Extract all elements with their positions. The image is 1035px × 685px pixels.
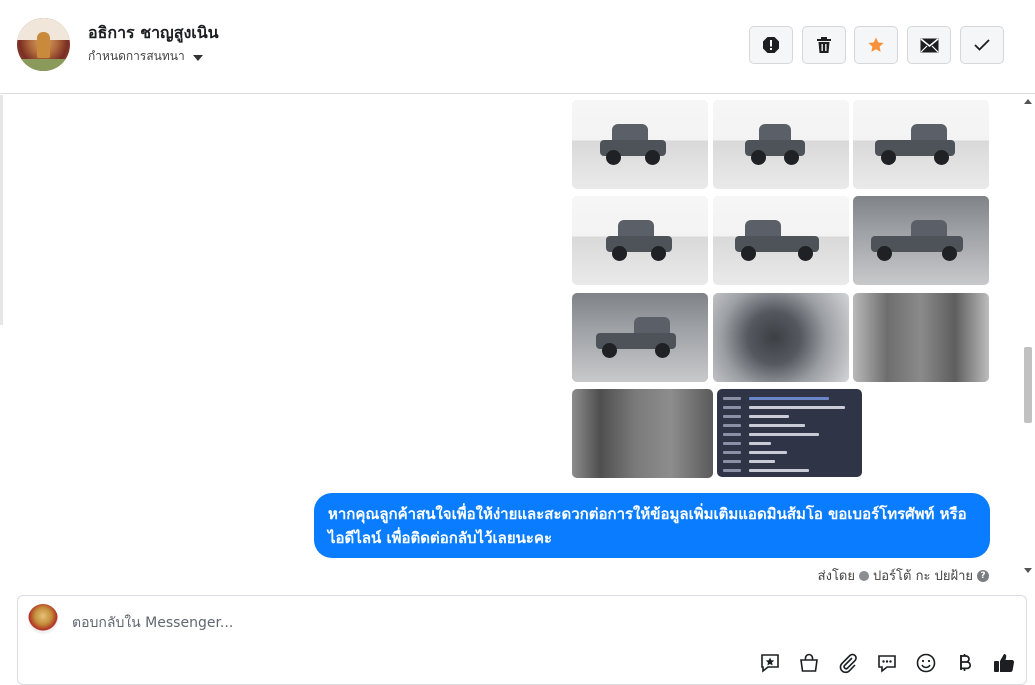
- reply-input[interactable]: ตอบกลับใน Messenger...: [72, 612, 233, 634]
- mark-spam-button[interactable]: [749, 26, 793, 64]
- message-thread: หากคุณลูกค้าสนใจเพื่อให้ง่ายและสะดวกต่อก…: [0, 95, 1035, 585]
- check-icon: [974, 39, 990, 51]
- message-bubble[interactable]: หากคุณลูกค้าสนใจเพื่อให้ง่ายและสะดวกต่อก…: [314, 493, 990, 558]
- conversation-header: อธิการ ชาญสูงเนิน กำหนดการสนทนา: [0, 0, 1035, 94]
- car-photo[interactable]: [853, 293, 989, 382]
- mark-done-button[interactable]: [960, 26, 1004, 64]
- mail-icon: [919, 37, 939, 52]
- sender-name[interactable]: ปอร์โต้ กะ ปยฝ้าย: [873, 565, 973, 585]
- contact-name[interactable]: อธิการ ชาญสูงเนิน: [88, 21, 219, 46]
- thread-scrollbar[interactable]: [1021, 95, 1035, 585]
- alert-icon: [763, 37, 779, 53]
- thread-edge: [0, 95, 3, 325]
- car-photo[interactable]: [713, 196, 849, 285]
- shop-icon[interactable]: [794, 648, 823, 677]
- saved-reply-icon[interactable]: [755, 648, 784, 677]
- emoji-icon[interactable]: [911, 648, 940, 677]
- composer-toolbar: [755, 648, 1018, 677]
- thumbs-up-icon[interactable]: [989, 648, 1018, 677]
- contact-avatar[interactable]: [17, 18, 70, 71]
- car-photo[interactable]: [713, 293, 849, 382]
- car-photo[interactable]: [572, 100, 708, 189]
- scroll-up-icon[interactable]: [1024, 99, 1032, 104]
- trash-icon: [817, 37, 831, 53]
- mark-unread-button[interactable]: [907, 26, 951, 64]
- reply-composer: ตอบกลับใน Messenger...: [17, 595, 1027, 685]
- star-icon: [868, 37, 884, 52]
- page-avatar: [28, 604, 58, 634]
- scrollbar-thumb[interactable]: [1024, 347, 1032, 423]
- star-button[interactable]: [854, 26, 898, 64]
- car-photo[interactable]: [572, 196, 708, 285]
- delete-button[interactable]: [802, 26, 846, 64]
- quick-reply-icon[interactable]: [872, 648, 901, 677]
- assign-conversation-dropdown[interactable]: กำหนดการสนทนา: [88, 47, 203, 66]
- spec-sheet-image[interactable]: [717, 389, 862, 477]
- car-photo[interactable]: [853, 100, 989, 189]
- sent-by-label: ส่งโดย: [817, 569, 855, 584]
- car-photo[interactable]: [853, 196, 989, 285]
- car-photo[interactable]: [572, 389, 713, 478]
- scroll-down-icon[interactable]: [1024, 568, 1032, 573]
- baht-icon[interactable]: [950, 648, 979, 677]
- page-badge-icon: [859, 570, 869, 581]
- sent-by-line: ส่งโดย ปอร์โต้ กะ ปยฝ้าย ?: [818, 565, 989, 585]
- attachment-icon[interactable]: [833, 648, 862, 677]
- caret-down-icon: [192, 54, 203, 61]
- help-icon[interactable]: ?: [977, 569, 989, 582]
- car-photo[interactable]: [572, 293, 708, 382]
- assign-label: กำหนดการสนทนา: [88, 49, 185, 63]
- car-photo[interactable]: [713, 100, 849, 189]
